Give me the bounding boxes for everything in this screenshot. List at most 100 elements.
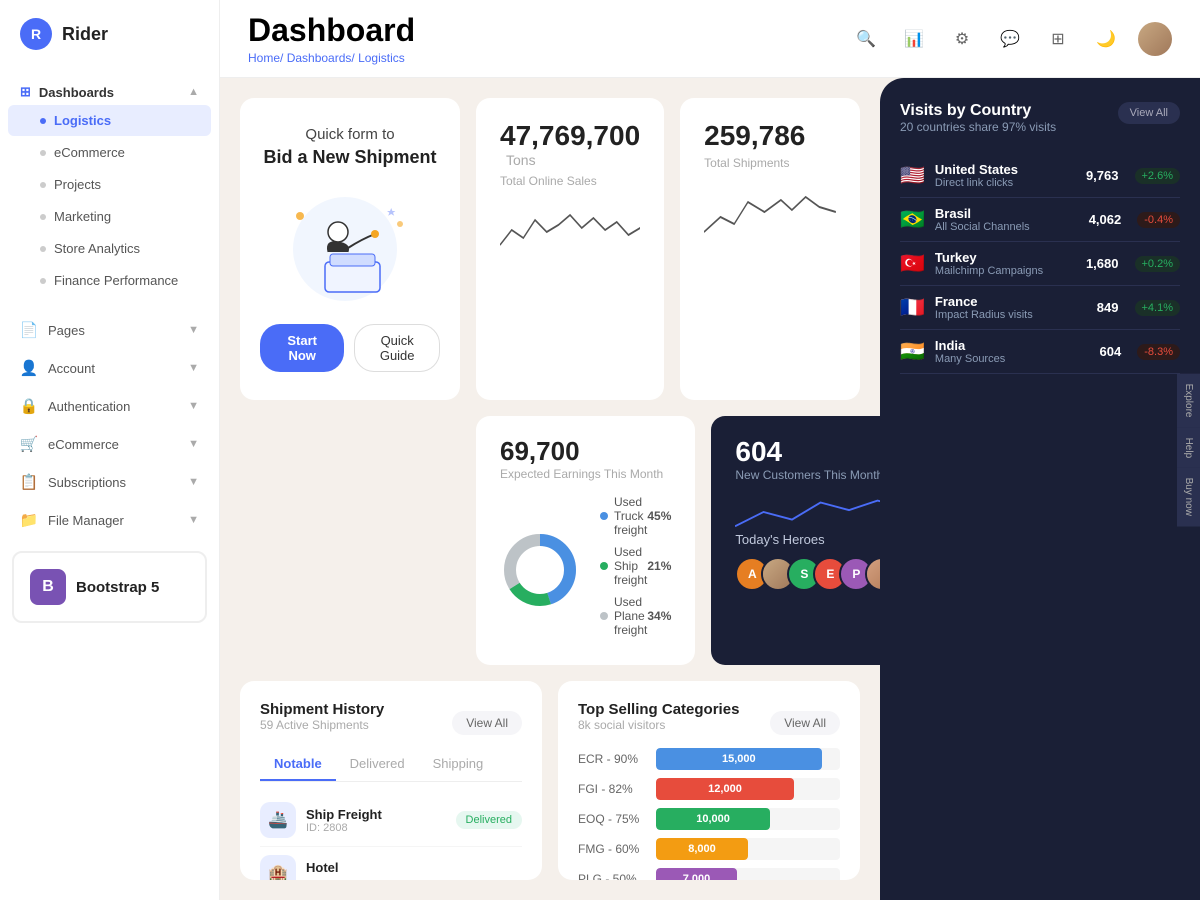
dot-icon — [40, 246, 46, 252]
auth-chevron: ▼ — [188, 400, 199, 412]
user-avatar[interactable] — [1138, 22, 1172, 56]
sidebar-item-marketing[interactable]: Marketing — [8, 201, 211, 232]
theme-icon[interactable]: 🌙 — [1090, 23, 1122, 55]
shipment-view-all[interactable]: View All — [452, 711, 522, 735]
sidebar-item-ecommerce[interactable]: eCommerce — [8, 137, 211, 168]
nav-account[interactable]: 👤 Account ▼ — [0, 349, 219, 387]
bar-fill: 10,000 — [656, 808, 770, 830]
categories-view-all[interactable]: View All — [770, 711, 840, 735]
tab-notable[interactable]: Notable — [260, 748, 336, 781]
right-panel: Visits by Country 20 countries share 97%… — [880, 78, 1200, 900]
sidebar-item-store-analytics[interactable]: Store Analytics — [8, 233, 211, 264]
promo-illustration — [270, 184, 430, 304]
donut-content: Used Truck freight 45% Used Ship freight… — [500, 495, 671, 645]
file-manager-chevron: ▼ — [188, 514, 199, 526]
bottom-row: Shipment History 59 Active Shipments Vie… — [240, 681, 860, 880]
promo-title: Quick form to — [305, 126, 394, 143]
country-item: 🇺🇸 United States Direct link clicks 9,76… — [900, 154, 1180, 198]
sidebar-item-projects[interactable]: Projects — [8, 169, 211, 200]
start-now-button[interactable]: Start Now — [260, 324, 344, 372]
country-trend: +0.2% — [1135, 256, 1181, 272]
file-manager-icon: 📁 — [20, 511, 38, 529]
quick-guide-button[interactable]: Quick Guide — [354, 324, 440, 372]
shipment-tabs: Notable Delivered Shipping — [260, 748, 522, 782]
country-value: 9,763 — [1086, 168, 1119, 183]
categories-bars: ECR - 90% 15,000 FGI - 82% 12,000 EOQ - … — [578, 748, 840, 880]
auth-icon: 🔒 — [20, 397, 38, 415]
categories-title: Top Selling Categories — [578, 701, 739, 718]
country-flag: 🇺🇸 — [900, 163, 925, 188]
country-name: Turkey — [935, 250, 1076, 265]
stat-number-sales: 47,769,700 Tons — [500, 120, 640, 170]
dashboards-chevron: ▲ — [188, 86, 199, 98]
chart-icon[interactable]: 📊 — [898, 23, 930, 55]
bar-label: EOQ - 75% — [578, 812, 648, 826]
settings-icon[interactable]: ⚙ — [946, 23, 978, 55]
nav-ecommerce[interactable]: 🛒 eCommerce ▼ — [0, 425, 219, 463]
nav-pages[interactable]: 📄 Pages ▼ — [0, 311, 219, 349]
nav-authentication[interactable]: 🔒 Authentication ▼ — [0, 387, 219, 425]
shipment-name-1: Ship Freight — [306, 807, 446, 822]
breadcrumb: Home/ Dashboards/ Logistics — [248, 51, 415, 65]
country-trend: +4.1% — [1135, 300, 1181, 316]
pages-chevron: ▼ — [188, 324, 199, 336]
shipment-info-2: Hotel ... — [306, 860, 522, 881]
subscriptions-icon: 📋 — [20, 473, 38, 491]
grid-icon[interactable]: ⊞ — [1042, 23, 1074, 55]
country-name: United States — [935, 162, 1076, 177]
buy-now-tab[interactable]: Buy now — [1177, 468, 1200, 526]
bar-container: 15,000 — [656, 748, 840, 770]
top-cards-row: Quick form to Bid a New Shipment — [240, 98, 860, 400]
app-logo[interactable]: R Rider — [0, 0, 219, 68]
dashboards-section: ⊞ Dashboards ▲ Logistics eCommerce Proje… — [0, 68, 219, 303]
dashboards-group[interactable]: ⊞ Dashboards ▲ — [0, 74, 219, 104]
visits-view-all[interactable]: View All — [1118, 102, 1180, 124]
shipment-subtitle: 59 Active Shipments — [260, 718, 384, 732]
shipment-row-1: 🚢 Ship Freight ID: 2808 Delivered — [260, 794, 522, 847]
country-sub: All Social Channels — [935, 221, 1079, 233]
tab-shipping[interactable]: Shipping — [419, 748, 498, 781]
categories-subtitle: 8k social visitors — [578, 718, 739, 732]
explore-tab[interactable]: Explore — [1177, 374, 1200, 428]
dashboards-icon: ⊞ — [20, 84, 31, 100]
topbar-title-area: Dashboard Home/ Dashboards/ Logistics — [248, 12, 415, 65]
main-content: Dashboard Home/ Dashboards/ Logistics 🔍 … — [220, 0, 1200, 900]
visits-subtitle: 20 countries share 97% visits — [900, 120, 1056, 134]
country-value: 1,680 — [1086, 256, 1119, 271]
nav-subscriptions[interactable]: 📋 Subscriptions ▼ — [0, 463, 219, 501]
bar-fill: 8,000 — [656, 838, 748, 860]
dot-icon — [40, 118, 46, 124]
tab-delivered[interactable]: Delivered — [336, 748, 419, 781]
customers-number: 604 — [735, 436, 880, 468]
bar-fill: 7,000 — [656, 868, 737, 880]
country-name: Brasil — [935, 206, 1079, 221]
country-info: United States Direct link clicks — [935, 162, 1076, 189]
country-flag: 🇫🇷 — [900, 295, 925, 320]
account-icon: 👤 — [20, 359, 38, 377]
bootstrap-icon: B — [30, 569, 66, 605]
nav-file-manager[interactable]: 📁 File Manager ▼ — [0, 501, 219, 539]
sidebar-item-finance-performance[interactable]: Finance Performance — [8, 265, 211, 296]
stat-number-shipments: 259,786 — [704, 120, 836, 152]
promo-buttons: Start Now Quick Guide — [260, 324, 440, 372]
ecommerce-icon: 🛒 — [20, 435, 38, 453]
search-icon[interactable]: 🔍 — [850, 23, 882, 55]
bar-label: PLG - 50% — [578, 872, 648, 880]
bar-container: 12,000 — [656, 778, 840, 800]
topbar-actions: 🔍 📊 ⚙ 💬 ⊞ 🌙 — [850, 22, 1172, 56]
chat-icon[interactable]: 💬 — [994, 23, 1026, 55]
bar-row: FMG - 60% 8,000 — [578, 838, 840, 860]
categories-card: Top Selling Categories 8k social visitor… — [558, 681, 860, 880]
bootstrap-badge: B Bootstrap 5 — [12, 551, 207, 623]
shipment-info-1: Ship Freight ID: 2808 — [306, 807, 446, 834]
country-sub: Many Sources — [935, 353, 1090, 365]
help-tab[interactable]: Help — [1177, 427, 1200, 468]
content-area: Quick form to Bid a New Shipment — [220, 78, 1200, 900]
country-trend: -0.4% — [1137, 212, 1180, 228]
country-flag: 🇮🇳 — [900, 339, 925, 364]
bootstrap-label: Bootstrap 5 — [76, 579, 159, 596]
sidebar-item-logistics[interactable]: Logistics — [8, 105, 211, 136]
bar-container: 8,000 — [656, 838, 840, 860]
sidebar: R Rider ⊞ Dashboards ▲ Logistics eCommer… — [0, 0, 220, 900]
country-info: India Many Sources — [935, 338, 1090, 365]
